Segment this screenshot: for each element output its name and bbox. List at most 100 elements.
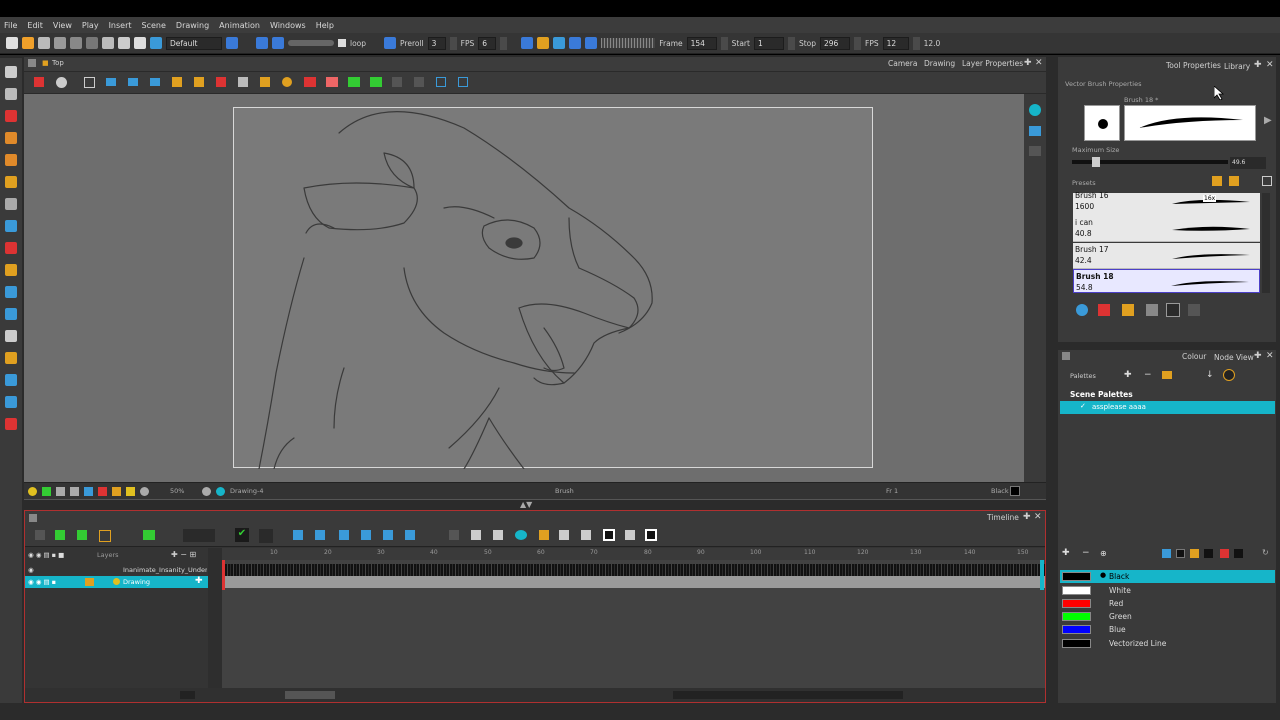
preset-menu-icon[interactable]	[1262, 176, 1272, 186]
ink-tool-icon[interactable]	[5, 418, 17, 430]
ease-icon[interactable]	[515, 530, 527, 540]
bulb-icon[interactable]	[282, 77, 292, 87]
tool-option-icon[interactable]	[1098, 304, 1110, 316]
shape-tool-icon[interactable]	[5, 220, 17, 232]
stop-spinner[interactable]	[854, 36, 862, 50]
menu-windows[interactable]: Windows	[270, 21, 306, 30]
rename-preset-icon[interactable]	[1229, 176, 1239, 186]
playhead[interactable]	[222, 560, 225, 590]
lock-icon[interactable]	[172, 77, 182, 87]
animate-mode-icon[interactable]	[34, 77, 44, 87]
curve-icon[interactable]	[539, 530, 549, 540]
flip-icon[interactable]	[128, 78, 138, 86]
stop-motion-icon[interactable]	[405, 530, 415, 540]
close-icon[interactable]: ✕	[1266, 60, 1274, 70]
save-icon[interactable]	[38, 37, 50, 49]
preroll-spinner[interactable]	[449, 36, 457, 50]
collapse-arrows-icon[interactable]: ▲▼	[520, 500, 532, 509]
lock-toggle-icon[interactable]	[112, 487, 121, 496]
collapse-icon[interactable]	[581, 530, 591, 540]
menu-edit[interactable]: Edit	[27, 21, 43, 30]
extend-icon[interactable]	[315, 530, 325, 540]
onion-red-icon[interactable]	[304, 77, 316, 87]
gear-icon[interactable]	[56, 77, 67, 88]
menu-insert[interactable]: Insert	[109, 21, 132, 30]
colour-row-selected[interactable]: ● Black	[1060, 570, 1275, 583]
colour-row[interactable]: Vectorized Line	[1060, 637, 1275, 650]
menu-scene[interactable]: Scene	[142, 21, 166, 30]
menu-icon[interactable]	[29, 514, 37, 522]
palette-row-selected[interactable]: ✓ assplease aaaa	[1060, 401, 1275, 414]
sound-icon[interactable]	[569, 37, 582, 49]
colour-row[interactable]: Blue	[1060, 623, 1275, 636]
dropper-icon[interactable]	[1162, 549, 1171, 558]
lock-icon[interactable]	[1166, 303, 1180, 317]
layer-toggles[interactable]: ◉	[28, 566, 34, 574]
swatch-icon[interactable]	[1234, 549, 1243, 558]
close-icon[interactable]: ✕	[1035, 58, 1043, 68]
tab-node-view[interactable]: Node View	[1214, 353, 1254, 362]
sound-waveform[interactable]	[222, 564, 1045, 576]
tab-camera[interactable]: Camera	[888, 59, 917, 68]
remove-colour-icon[interactable]: −	[1082, 548, 1090, 558]
transform-tool-icon[interactable]	[5, 374, 17, 386]
remove-frame-icon[interactable]	[493, 530, 503, 540]
cut-icon[interactable]	[102, 37, 114, 49]
camera-icon[interactable]	[1029, 126, 1041, 136]
line-icon[interactable]	[238, 77, 248, 87]
workspace-select[interactable]: Default	[166, 36, 222, 50]
light-table-icon[interactable]	[28, 487, 37, 496]
fps-field[interactable]: 6	[478, 36, 497, 50]
zoom-level[interactable]: 50%	[170, 487, 184, 495]
save-all-icon[interactable]	[54, 37, 66, 49]
fps-spinner[interactable]	[500, 36, 508, 50]
reset-view-icon[interactable]	[1029, 104, 1041, 116]
open-icon[interactable]	[22, 37, 34, 49]
first-frame-icon[interactable]	[256, 37, 268, 49]
spline-tool-icon[interactable]	[5, 396, 17, 408]
frame-icon[interactable]	[84, 487, 93, 496]
expand-icon[interactable]	[559, 530, 569, 540]
max-size-field[interactable]: 49.6	[1230, 157, 1266, 169]
paint-tool-icon[interactable]	[5, 242, 17, 254]
loop-icon[interactable]	[553, 37, 566, 49]
tab-library[interactable]: Library	[1224, 62, 1250, 71]
mirror-icon[interactable]	[106, 78, 116, 86]
add-palette-icon[interactable]: ✚	[1124, 370, 1132, 380]
preset-row[interactable]: i can 40.8	[1073, 216, 1260, 242]
kf-icon[interactable]	[339, 530, 349, 540]
menu-play[interactable]: Play	[82, 21, 99, 30]
set-key-icon[interactable]	[293, 530, 303, 540]
layer-toggles[interactable]: ◉ ◉ ▤ ▪	[28, 578, 56, 586]
onion-green-icon[interactable]	[370, 77, 382, 87]
undo-icon[interactable]	[70, 37, 82, 49]
download-icon[interactable]: ↓	[1206, 370, 1214, 380]
zoom-slider[interactable]	[285, 691, 335, 699]
menu-animation[interactable]: Animation	[219, 21, 260, 30]
frame-spinner[interactable]	[720, 36, 728, 50]
motion-icon[interactable]	[383, 530, 393, 540]
add-icon[interactable]: ✚	[195, 576, 203, 586]
pen-icon[interactable]	[216, 77, 226, 87]
fps2-spinner[interactable]	[912, 36, 920, 50]
copy-icon[interactable]	[118, 37, 130, 49]
fps2-field[interactable]: 12	[882, 36, 909, 50]
remove-palette-icon[interactable]: −	[1144, 370, 1152, 380]
hand-tool-icon[interactable]	[5, 330, 17, 342]
pen-icon[interactable]	[1190, 549, 1199, 558]
layer-field[interactable]	[183, 529, 215, 542]
colour-row[interactable]: White	[1060, 584, 1275, 597]
frames-area[interactable]: 10 20 30 40 50 60 70 80 90 100 110 120 1…	[222, 548, 1045, 688]
mute-icon[interactable]	[585, 37, 598, 49]
mark-icon[interactable]	[603, 529, 615, 541]
select-tool-icon[interactable]	[5, 66, 17, 78]
start-spinner[interactable]	[787, 36, 795, 50]
stop-field[interactable]: 296	[820, 36, 851, 50]
timeline-scrollbar[interactable]	[25, 688, 1045, 702]
import-icon[interactable]	[150, 37, 162, 49]
redo-icon[interactable]	[86, 37, 98, 49]
start-field[interactable]: 1	[753, 36, 784, 50]
reset-zoom-icon[interactable]	[1029, 146, 1041, 156]
light-icon[interactable]	[260, 77, 270, 87]
insert-frame-icon[interactable]	[471, 530, 481, 540]
